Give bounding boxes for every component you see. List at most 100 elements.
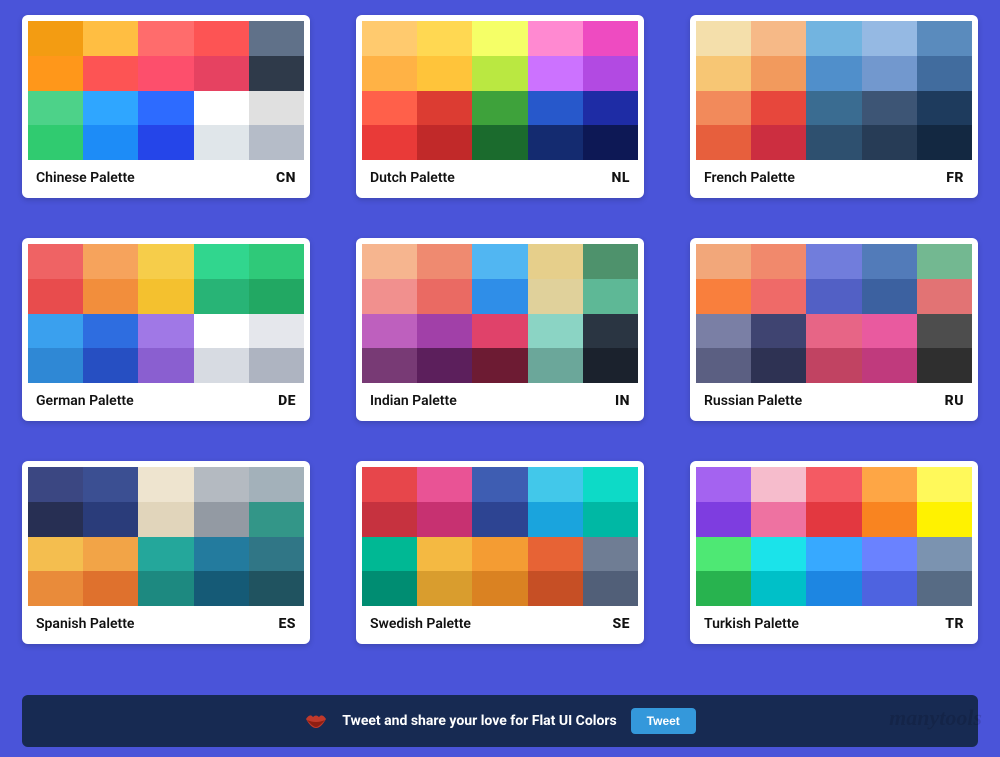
swatch [194, 314, 249, 349]
swatch [83, 91, 138, 126]
palette-code: CN [276, 170, 296, 186]
swatch [28, 56, 83, 91]
card-footer: Turkish PaletteTR [696, 606, 972, 644]
swatch [528, 279, 583, 314]
tweet-button[interactable]: Tweet [631, 708, 696, 734]
palette-card[interactable]: Turkish PaletteTR [690, 461, 978, 644]
palette-name: Indian Palette [370, 393, 457, 409]
palette-name: Dutch Palette [370, 170, 455, 186]
palette-card[interactable]: Spanish PaletteES [22, 461, 310, 644]
swatch [28, 21, 83, 56]
swatch [751, 571, 806, 606]
swatch [362, 244, 417, 279]
swatch [696, 56, 751, 91]
swatch [138, 125, 193, 160]
swatch [862, 537, 917, 572]
swatch [249, 571, 304, 606]
swatch [696, 571, 751, 606]
swatch [806, 21, 861, 56]
swatch [862, 56, 917, 91]
swatch [917, 537, 972, 572]
swatch [472, 348, 527, 383]
palette-code: TR [945, 616, 964, 632]
palette-card[interactable]: French PaletteFR [690, 15, 978, 198]
share-banner: Tweet and share your love for Flat UI Co… [22, 695, 978, 747]
swatch [696, 125, 751, 160]
swatch [917, 314, 972, 349]
swatch [583, 502, 638, 537]
swatch [194, 244, 249, 279]
swatch [806, 314, 861, 349]
palette-card[interactable]: German PaletteDE [22, 238, 310, 421]
swatch [83, 125, 138, 160]
swatch [751, 91, 806, 126]
palette-grid: Chinese PaletteCN Dutch PaletteNL French P… [0, 0, 1000, 644]
card-footer: Spanish PaletteES [28, 606, 304, 644]
swatch [249, 348, 304, 383]
swatch [362, 467, 417, 502]
palette-card[interactable]: Dutch PaletteNL [356, 15, 644, 198]
swatch [28, 125, 83, 160]
swatch [138, 571, 193, 606]
palette-card[interactable]: Russian PaletteRU [690, 238, 978, 421]
palette-card[interactable]: Swedish PaletteSE [356, 461, 644, 644]
swatch [528, 502, 583, 537]
palette-code: FR [946, 170, 964, 186]
swatch [417, 244, 472, 279]
swatch [751, 314, 806, 349]
palette-name: Spanish Palette [36, 616, 134, 632]
swatch [138, 56, 193, 91]
swatch-grid [362, 467, 638, 606]
swatch [362, 91, 417, 126]
palette-name: Swedish Palette [370, 616, 471, 632]
card-footer: Chinese PaletteCN [28, 160, 304, 198]
swatch [583, 348, 638, 383]
swatch [417, 56, 472, 91]
swatch [862, 467, 917, 502]
swatch [696, 244, 751, 279]
swatch [249, 125, 304, 160]
swatch [806, 467, 861, 502]
swatch [362, 348, 417, 383]
palette-card[interactable]: Indian PaletteIN [356, 238, 644, 421]
swatch [194, 279, 249, 314]
swatch-grid [696, 21, 972, 160]
palette-card[interactable]: Chinese PaletteCN [22, 15, 310, 198]
card-footer: Russian PaletteRU [696, 383, 972, 421]
swatch [528, 314, 583, 349]
swatch [472, 91, 527, 126]
swatch [194, 56, 249, 91]
swatch [362, 314, 417, 349]
swatch [917, 125, 972, 160]
swatch [862, 244, 917, 279]
swatch-grid [28, 467, 304, 606]
swatch [917, 21, 972, 56]
swatch [528, 571, 583, 606]
swatch [194, 537, 249, 572]
swatch [362, 502, 417, 537]
swatch [28, 348, 83, 383]
swatch [696, 91, 751, 126]
swatch [138, 502, 193, 537]
swatch [583, 56, 638, 91]
swatch [249, 314, 304, 349]
swatch [194, 348, 249, 383]
swatch [862, 348, 917, 383]
swatch [583, 537, 638, 572]
swatch [806, 502, 861, 537]
swatch [862, 571, 917, 606]
swatch [472, 467, 527, 502]
swatch [583, 571, 638, 606]
swatch [528, 348, 583, 383]
swatch [696, 537, 751, 572]
swatch [696, 348, 751, 383]
swatch [138, 314, 193, 349]
swatch [249, 244, 304, 279]
swatch [194, 21, 249, 56]
swatch [83, 537, 138, 572]
swatch [417, 571, 472, 606]
swatch [583, 91, 638, 126]
swatch [862, 314, 917, 349]
swatch [583, 244, 638, 279]
card-footer: German PaletteDE [28, 383, 304, 421]
